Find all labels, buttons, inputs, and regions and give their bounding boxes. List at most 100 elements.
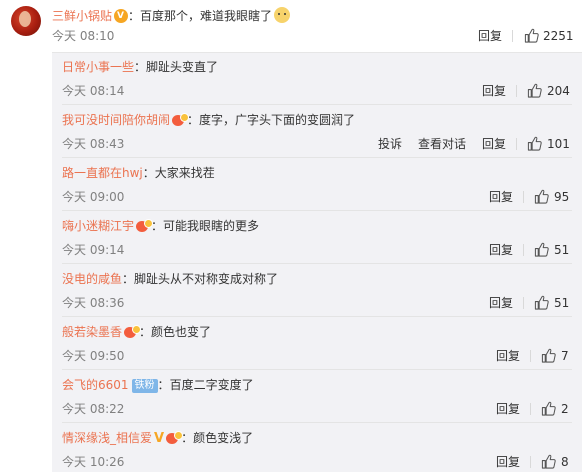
colon: ： (181, 431, 194, 445)
colon: ： (187, 113, 200, 127)
thumb-up-icon[interactable] (541, 401, 556, 416)
reply-button[interactable]: 回复 (482, 83, 506, 99)
reply-time: 今天 08:36 (62, 296, 125, 310)
main-comment-time: 今天 08:10 (52, 29, 115, 43)
divider (523, 191, 524, 203)
like-count: 51 (554, 296, 570, 310)
reply-item: 没电的咸鱼：脚趾头从不对称变成对称了 今天 08:36 51 回复 (52, 271, 582, 324)
row-divider (62, 210, 572, 211)
reply-text: 大家来找茬 (154, 166, 215, 180)
report-button[interactable]: 投诉 (378, 136, 402, 152)
reply-text: 脚趾头从不对称变成对称了 (134, 272, 279, 286)
reply-item: 我可没时间陪你胡闹 ：度字，广字头下面的变圆润了今天 08:43 101 回复 查看对话… (52, 112, 582, 165)
fan-badge: 铁粉 (131, 379, 158, 393)
reply-text: 可能我眼瞎的更多 (163, 219, 260, 233)
reply-item: 嗨小迷糊江宇 ：可能我眼瞎的更多 今天 09:14 51 回复 (52, 218, 582, 271)
reply-item: 般若染墨香 ：颜色也变了今天 09:50 7 回复 (52, 324, 582, 377)
reply-text: 颜色变浅了 (193, 431, 254, 445)
reply-username[interactable]: 路一直都在hwj (62, 166, 143, 180)
reply-button[interactable]: 回复 (478, 28, 502, 44)
colon: ： (128, 9, 141, 23)
colon: ： (142, 166, 155, 180)
reply-button[interactable]: 回复 (489, 242, 513, 258)
reply-button[interactable]: 回复 (482, 136, 506, 152)
thumb-up-icon[interactable] (534, 295, 549, 310)
thumb-up-icon[interactable] (534, 189, 549, 204)
thumb-up-icon[interactable] (541, 348, 556, 363)
reply-button[interactable]: 回复 (496, 348, 520, 364)
reply-username[interactable]: 嗨小迷糊江宇 (62, 219, 134, 233)
reply-username[interactable]: 会飞的6601 (62, 378, 129, 392)
reply-time: 今天 08:43 (62, 137, 125, 151)
reply-line: 般若染墨香 ：颜色也变了 (62, 324, 211, 340)
main-comment: 三鲜小锅贴 ：百度那个，难道我眼瞎了 今天 08:10 回复 2251 (0, 0, 582, 52)
like-count: 8 (561, 455, 569, 469)
divider (512, 30, 513, 42)
divider (530, 456, 531, 468)
crown-badge-icon (171, 113, 190, 127)
colon: ： (157, 378, 170, 392)
thumb-up-icon[interactable] (527, 136, 542, 151)
reply-button[interactable]: 回复 (496, 401, 520, 417)
reply-time: 今天 09:00 (62, 190, 125, 204)
reply-button[interactable]: 回复 (496, 454, 520, 470)
like-count: 204 (547, 84, 570, 98)
main-comment-username[interactable]: 三鲜小锅贴 (52, 9, 112, 23)
row-divider (62, 157, 572, 158)
reply-time: 今天 10:26 (62, 455, 125, 469)
crown-badge-icon (135, 219, 154, 233)
reply-username[interactable]: 我可没时间陪你胡闹 (62, 113, 170, 127)
dog-emoji-icon (274, 7, 291, 23)
reply-text: 度字，广字头下面的变圆润了 (199, 113, 356, 127)
row-divider (62, 369, 572, 370)
colon: ： (139, 325, 152, 339)
avatar[interactable] (11, 6, 41, 36)
reply-text: 脚趾头变直了 (146, 60, 219, 74)
view-conversation-button[interactable]: 查看对话 (418, 136, 466, 152)
reply-line: 我可没时间陪你胡闹 ：度字，广字头下面的变圆润了 (62, 112, 355, 128)
main-comment-line: 三鲜小锅贴 ：百度那个，难道我眼瞎了 (52, 7, 291, 24)
colon: ： (122, 272, 135, 286)
v-badge-icon (114, 9, 129, 23)
gold-v-badge: V (154, 431, 165, 446)
divider (530, 350, 531, 362)
row-divider (62, 316, 572, 317)
crown-badge-icon (123, 325, 142, 339)
colon: ： (151, 219, 164, 233)
reply-username[interactable]: 情深缘浅_相信爱 (62, 431, 152, 445)
thumb-up-icon[interactable] (527, 83, 542, 98)
reply-line: 没电的咸鱼：脚趾头从不对称变成对称了 (62, 271, 278, 287)
reply-text: 颜色也变了 (151, 325, 212, 339)
reply-time: 今天 09:50 (62, 349, 125, 363)
like-count: 101 (547, 137, 570, 151)
replies-panel: 日常小事一些：脚趾头变直了 今天 08:14 204 回复 我可没时间陪你胡闹 ：度字，广… (52, 52, 582, 472)
thumb-up-icon[interactable] (524, 28, 539, 43)
divider (523, 297, 524, 309)
reply-item: 日常小事一些：脚趾头变直了今天 08:14 204 回复 (52, 59, 582, 112)
reply-time: 今天 08:14 (62, 84, 125, 98)
crown-badge-icon (165, 431, 184, 445)
reply-button[interactable]: 回复 (489, 189, 513, 205)
reply-username[interactable]: 般若染墨香 (62, 325, 122, 339)
row-divider (62, 422, 572, 423)
main-comment-text: 百度那个，难道我眼瞎了 (140, 9, 273, 23)
reply-button[interactable]: 回复 (489, 295, 513, 311)
divider (516, 138, 517, 150)
reply-username[interactable]: 日常小事一些 (62, 60, 134, 74)
like-count: 95 (554, 190, 570, 204)
reply-item: 情深缘浅_相信爱 V ：颜色变浅了今天 10:26 8 回复 (52, 430, 582, 472)
reply-username[interactable]: 没电的咸鱼 (62, 272, 122, 286)
reply-item: 路一直都在hwj：大家来找茬 今天 09:00 95 回复 (52, 165, 582, 218)
reply-line: 路一直都在hwj：大家来找茬 (62, 165, 215, 181)
reply-line: 会飞的6601 铁粉 ：百度二字变度了 (62, 377, 254, 393)
reply-time: 今天 09:14 (62, 243, 125, 257)
thumb-up-icon[interactable] (541, 454, 556, 469)
like-count: 7 (561, 349, 569, 363)
like-count: 2251 (543, 29, 574, 43)
reply-time: 今天 08:22 (62, 402, 125, 416)
colon: ： (134, 60, 147, 74)
divider (523, 244, 524, 256)
thumb-up-icon[interactable] (534, 242, 549, 257)
